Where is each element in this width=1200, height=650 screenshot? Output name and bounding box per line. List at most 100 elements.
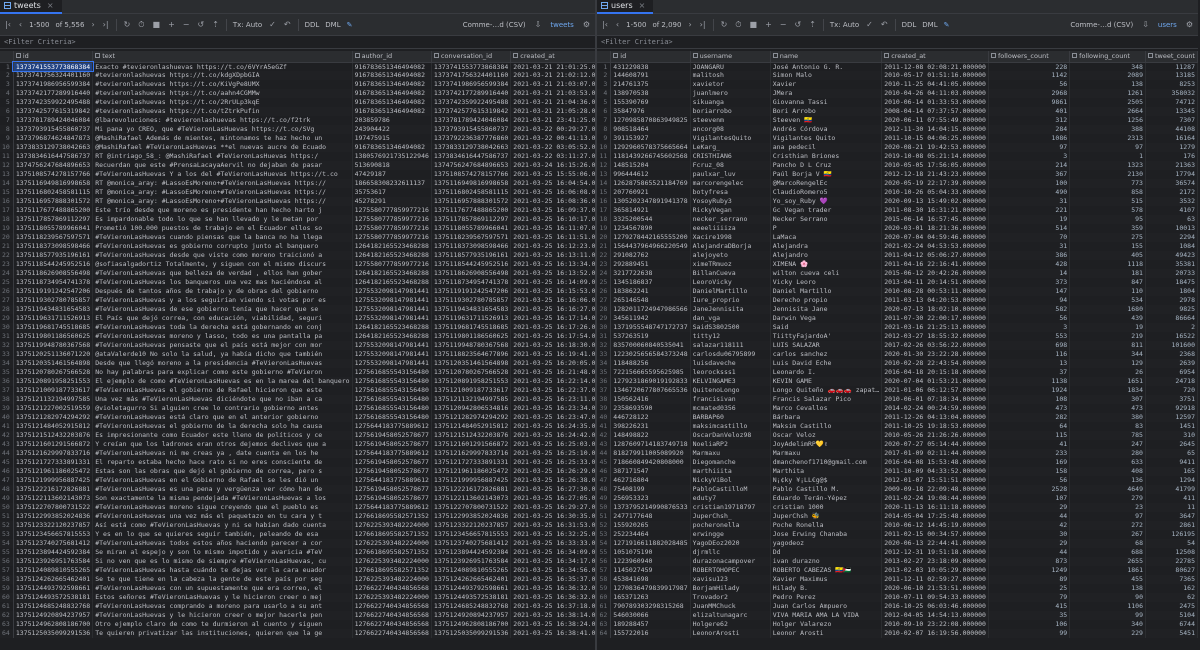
table-cell-created-at[interactable]: 2021-03-25 16:13:52.000000	[510, 269, 595, 279]
table-cell-tweet-count[interactable]: 86664	[1145, 314, 1198, 324]
table-cell-id[interactable]: 1375118373098598466	[13, 242, 94, 252]
table-cell-created-at[interactable]: 2011-10-15 04:06:25.000000	[881, 134, 989, 144]
table-cell-followers-count[interactable]: 100	[988, 179, 1071, 189]
table-cell-conversation-id[interactable]: 1375121629997833716	[431, 449, 512, 459]
table-cell-name[interactable]: Leonardo I.	[770, 368, 883, 378]
table-row[interactable]: 49 1375122113602143073 Son exactamente la …	[0, 494, 595, 504]
table-cell-created-at[interactable]: 2021-03-25 16:17:54.000000	[510, 332, 595, 342]
table-cell-created-at[interactable]: 2021-03-25 16:04:54.000000	[510, 179, 595, 189]
table-cell-id[interactable]: 1371955548747172737	[610, 323, 691, 333]
table-cell-followers-count[interactable]: 147	[988, 287, 1071, 297]
table-cell-following-count[interactable]: 439	[1069, 314, 1146, 324]
table-cell-id[interactable]: 1373833129738042663	[13, 143, 94, 153]
table-cell-followers-count[interactable]: 3	[988, 152, 1071, 162]
table-cell-created-at[interactable]: 2021-03-25 16:06:08.000000	[510, 188, 595, 198]
table-cell-created-at[interactable]: 2021-03-25 16:35:37.000000	[510, 575, 595, 585]
table-cell-followers-count[interactable]: 31	[988, 242, 1071, 252]
table-cell-username[interactable]: erwingge	[690, 530, 771, 540]
table-cell-conversation-id[interactable]: 1375123322120237857	[431, 521, 512, 531]
table-cell-following-count[interactable]: 380	[1069, 413, 1146, 423]
revert-icon[interactable]: ↺	[197, 20, 206, 29]
table-row[interactable]: 23 1375118544245952516 @sofiasalgadortiz T…	[0, 260, 595, 270]
table-cell-id[interactable]: 265146548	[610, 296, 691, 306]
table-cell-username[interactable]: CRISTHIAN6	[690, 152, 771, 162]
table-cell-created-at[interactable]: 2021-03-25 16:16:06.000000	[510, 296, 595, 306]
table-cell-conversation-id[interactable]: 1373792236387776860	[431, 134, 512, 144]
table-cell-id[interactable]: 1375118544245952516	[13, 260, 94, 270]
table-cell-name[interactable]: Luis David Eche	[770, 359, 883, 369]
table-cell-username[interactable]: malitosh	[690, 71, 771, 81]
table-cell-created-at[interactable]: 2021-03-25 16:11:07.000000	[510, 224, 595, 234]
table-cell-name[interactable]: wilton cueva celi	[770, 269, 883, 279]
table-cell-created-at[interactable]: 2011-12-08 02:08:21.000000	[881, 62, 989, 72]
table-row[interactable]: 34 1375120351461564898 Desde que llegó mor…	[0, 359, 595, 369]
table-cell-created-at[interactable]: 2020-11-13 16:11:18.000000	[881, 503, 989, 513]
table-cell-name[interactable]: Necker Serrano	[770, 215, 883, 225]
table-cell-created-at[interactable]: 2010-10-26 05:04:33.000000	[881, 188, 989, 198]
table-cell-id[interactable]: 818279911005089920	[610, 449, 691, 459]
table-cell-created-at[interactable]: 2012-11-30 14:04:15.000000	[881, 125, 989, 135]
table-row[interactable]: 27 1375119302780785857 #TeVieronLasHuevas …	[0, 296, 595, 306]
history-icon[interactable]: ⏱	[734, 20, 742, 30]
dml-button[interactable]: DML	[325, 21, 340, 29]
table-cell-tweet-count[interactable]: 41799	[1145, 485, 1198, 495]
table-cell-id[interactable]: 214761375	[610, 80, 691, 90]
table-row[interactable]: 24 3217722638 BillanCueva wilton cueva celi…	[597, 269, 1198, 279]
table-cell-followers-count[interactable]: 553	[988, 332, 1071, 342]
table-cell-created-at[interactable]: 2021-03-21 23:41:25.000000	[510, 116, 595, 126]
table-cell-following-count[interactable]: 340	[1069, 620, 1146, 630]
table-cell-conversation-id[interactable]: 1375122993852024836	[431, 512, 512, 522]
table-cell-tweet-count[interactable]: 44108	[1145, 125, 1198, 135]
table-row[interactable]: 63 189288457 Holgere62 Holger Valarezo 2010-…	[597, 620, 1198, 630]
table-cell-following-count[interactable]: 97	[1069, 512, 1146, 522]
table-cell-following-count[interactable]: 1834	[1069, 386, 1146, 396]
stop-icon[interactable]: ■	[749, 20, 759, 29]
table-cell-name[interactable]: Steeven 🇪🇨	[770, 116, 883, 126]
table-cell-id[interactable]: 1375118055789966041	[13, 224, 94, 234]
table-row[interactable]: 18 1375117857869112297 Es impardonable tod…	[0, 215, 595, 225]
table-cell-author-id[interactable]: 186658308232611137	[352, 179, 432, 189]
table-cell-created-at[interactable]: 2011-04-16 22:16:41.000000	[881, 260, 989, 270]
table-row[interactable]: 30 1375119681745518685 #TeVieronLasHuevas …	[0, 323, 595, 333]
table-cell-name[interactable]: @MarcoRengelEc	[770, 179, 883, 189]
table-cell-text[interactable]: Se te que tiene en la cabeza la gente de…	[92, 575, 353, 585]
table-cell-id[interactable]: 1145027459	[610, 566, 691, 576]
table-cell-text[interactable]: Y es en lo que se quieres seguir también…	[92, 530, 353, 540]
table-cell-followers-count[interactable]: 873	[988, 557, 1071, 567]
table-cell-tweet-count[interactable]: 126195	[1145, 530, 1198, 540]
table-cell-name[interactable]: Bárbara	[770, 413, 883, 423]
table-cell-following-count[interactable]: 2313	[1069, 134, 1146, 144]
table-row[interactable]: 54 1375123740275681412 #TeVieronLasHuevas …	[0, 539, 595, 549]
table-cell-tweet-count[interactable]: 101600	[1145, 341, 1198, 351]
table-cell-name[interactable]: Pedro Perez	[770, 593, 883, 603]
table-cell-tweet-count[interactable]: 2861	[1145, 521, 1198, 531]
table-row[interactable]: 17 1375117677488865200 Este trío desde que…	[0, 206, 595, 216]
table-cell-followers-count[interactable]: 158	[988, 467, 1071, 477]
table-cell-created-at[interactable]: 2021-03-25 16:13:11.000000	[510, 251, 595, 261]
table-cell-id[interactable]: 996444612	[610, 170, 691, 180]
table-cell-username[interactable]: VigilantesQuito	[690, 134, 771, 144]
last-page-icon[interactable]: ›|	[699, 20, 707, 29]
table-cell-author-id[interactable]: 1275532098147981441	[352, 287, 432, 297]
table-cell-following-count[interactable]: 847	[1069, 278, 1146, 288]
table-cell-following-count[interactable]: 138	[1069, 80, 1146, 90]
table-cell-author-id[interactable]: 513690818	[352, 161, 432, 171]
table-cell-name[interactable]: Holger Valarezo	[770, 620, 883, 630]
table-cell-created-at[interactable]: 2020-08-21 19:42:53.000000	[881, 143, 989, 153]
table-row[interactable]: 25 1375118734954741378 #TeVieronLasHuevas …	[0, 278, 595, 288]
table-cell-created-at[interactable]: 2015-06-14 16:57:45.000000	[881, 215, 989, 225]
table-row[interactable]: 2 1373741756324401160 #tevieronlashuevas h…	[0, 71, 595, 81]
settings-icon[interactable]: ⚙	[582, 20, 591, 29]
table-cell-author-id[interactable]: 1276622740434856568	[352, 620, 432, 630]
table-cell-tweet-count[interactable]: 2	[1145, 323, 1198, 333]
table-cell-following-count[interactable]: 1256	[1069, 116, 1146, 126]
table-cell-following-count[interactable]: 279	[1069, 494, 1146, 504]
table-cell-following-count[interactable]: 129	[1069, 359, 1146, 369]
table-cell-id[interactable]: 155920265	[610, 521, 691, 531]
table-row[interactable]: 43 1375121601291566872 Y creían que los la…	[0, 440, 595, 450]
table-cell-author-id[interactable]: 1275532098147981441	[352, 314, 432, 324]
table-row[interactable]: 31 537263519 titty12 TiittyFajardoA' 2012-03…	[597, 332, 1198, 342]
table-cell-following-count[interactable]: 280	[1069, 449, 1146, 459]
table-cell-author-id[interactable]: 1264182165523468288	[352, 323, 432, 333]
table-cell-id[interactable]: 150562416	[610, 395, 691, 405]
